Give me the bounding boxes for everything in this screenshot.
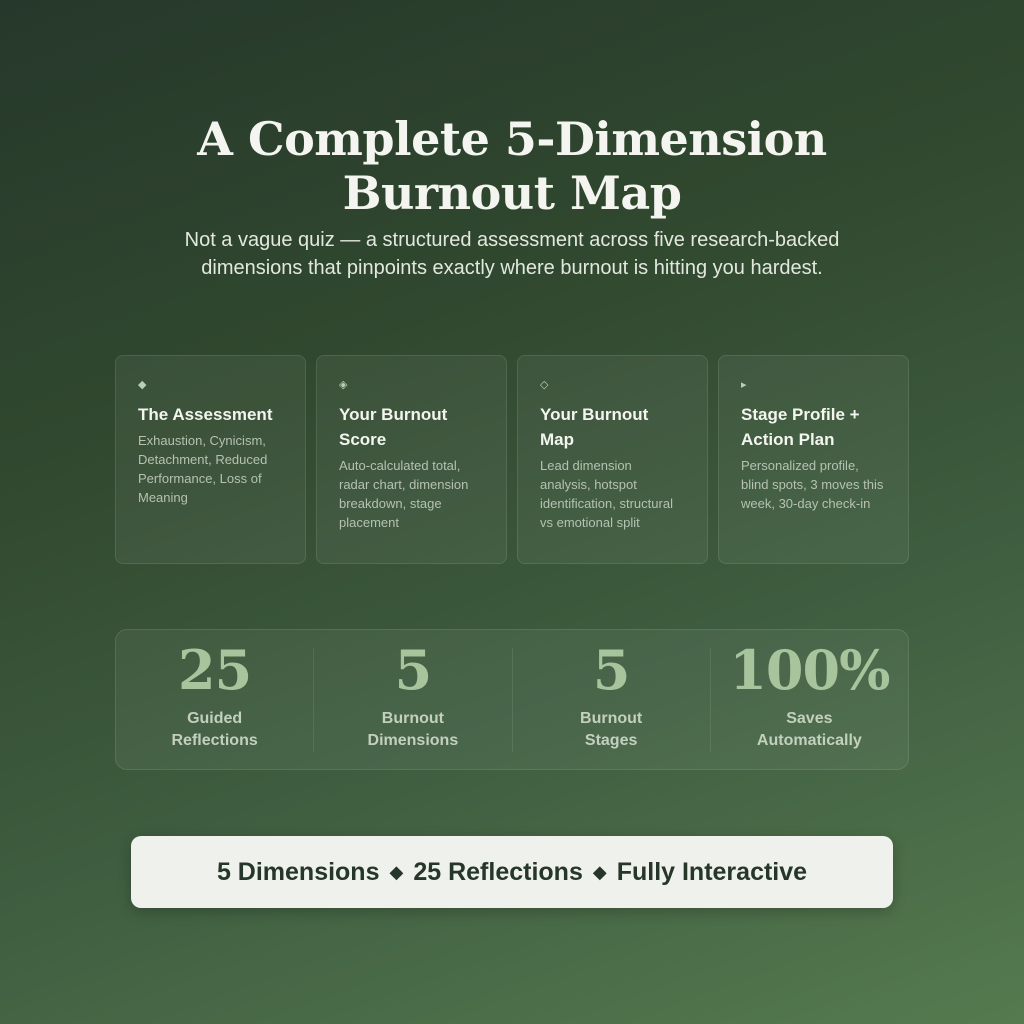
stat-label-line: Saves xyxy=(786,709,833,727)
stat-value: 5 xyxy=(394,637,433,702)
stat-label: Guided Reflections xyxy=(116,708,313,752)
stat-label-line: Dimensions xyxy=(367,731,459,749)
feature-title: The Assessment xyxy=(138,405,273,424)
stat-value: 100% xyxy=(729,637,890,702)
diamond-in-diamond-icon: ◈ xyxy=(339,379,348,391)
stat-value: 25 xyxy=(178,637,252,702)
stat-label-line: Burnout xyxy=(381,709,444,727)
stat-label-line: Stages xyxy=(584,731,638,749)
stat-label: Burnout Stages xyxy=(513,708,710,752)
feature-description: Auto-calculated total, radar chart, dime… xyxy=(339,458,469,530)
stat-label-line: Automatically xyxy=(756,731,862,749)
stat-burnout-stages: 5 Burnout Stages xyxy=(511,640,710,752)
stat-label-line: Burnout xyxy=(580,709,643,727)
feature-description: Lead dimension analysis, hotspot identif… xyxy=(540,458,673,530)
stat-label-line: Guided xyxy=(187,709,243,727)
diamond-separator-icon: ◆ xyxy=(592,861,607,882)
feature-summary-banner: 5 Dimensions ◆ 25 Reflections ◆ Fully In… xyxy=(131,836,893,908)
feature-cards: ◆ The Assessment Exhaustion, Cynicism, D… xyxy=(115,355,909,564)
feature-card-burnout-score: ◈ Your Burnout Score Auto-calculated tot… xyxy=(316,355,507,564)
small-diamond-icon: ◆ xyxy=(138,379,147,391)
feature-card-assessment: ◆ The Assessment Exhaustion, Cynicism, D… xyxy=(115,355,306,564)
page-title: A Complete 5-Dimension Burnout Map xyxy=(0,112,1024,220)
feature-title: Your Burnout Score xyxy=(339,405,448,449)
stat-burnout-dimensions: 5 Burnout Dimensions xyxy=(313,640,511,752)
feature-description: Exhaustion, Cynicism, Detachment, Reduce… xyxy=(138,433,268,505)
stat-label: Burnout Dimensions xyxy=(314,708,511,752)
feature-description: Personalized profile, blind spots, 3 mov… xyxy=(741,458,884,511)
page-subtitle: Not a vague quiz — a structured assessme… xyxy=(184,229,840,279)
stat-guided-reflections: 25 Guided Reflections xyxy=(116,640,313,752)
triangle-right-icon: ▸ xyxy=(741,379,747,391)
feature-card-stage-profile: ▸ Stage Profile + Action Plan Personaliz… xyxy=(718,355,909,564)
stat-saves-automatically: 100% Saves Automatically xyxy=(709,640,908,752)
stat-value: 5 xyxy=(592,637,631,702)
page-title-line-1: A Complete 5-Dimension xyxy=(197,112,827,166)
feature-card-burnout-map: ◇ Your Burnout Map Lead dimension analys… xyxy=(517,355,708,564)
stat-label: Saves Automatically xyxy=(711,708,908,752)
feature-title: Stage Profile + Action Plan xyxy=(741,405,860,449)
outline-diamond-icon: ◇ xyxy=(540,379,549,391)
feature-title: Your Burnout Map xyxy=(540,405,649,449)
banner-text-interactive: Fully Interactive xyxy=(616,857,808,886)
diamond-separator-icon: ◆ xyxy=(389,861,404,882)
banner-text-dimensions: 5 Dimensions xyxy=(216,857,380,886)
stat-label-line: Reflections xyxy=(171,731,258,749)
banner-text-reflections: 25 Reflections xyxy=(413,857,583,886)
page-title-line-2: Burnout Map xyxy=(342,166,682,220)
stats-panel: 25 Guided Reflections 5 Burnout Dimensio… xyxy=(115,629,909,770)
